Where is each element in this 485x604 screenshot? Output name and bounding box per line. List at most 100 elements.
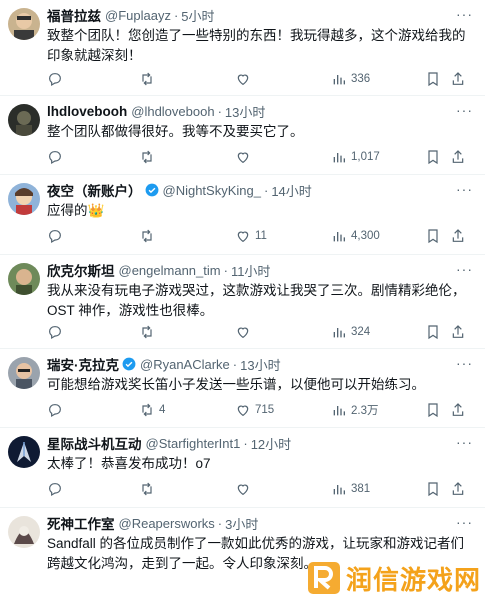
author-handle[interactable]: @RyanAClarke: [140, 357, 230, 372]
author-name[interactable]: 福普拉兹: [47, 5, 101, 25]
author-name[interactable]: 死神工作室: [47, 513, 115, 533]
reply-tweet[interactable]: 瑞安·克拉克 @RyanAClarke · 13小时 ··· 可能想给游戏奖长笛…: [0, 349, 485, 428]
view-count: 2.3万: [351, 405, 379, 417]
share-button[interactable]: [450, 228, 466, 244]
like-button[interactable]: [235, 481, 255, 497]
author-handle[interactable]: @lhdlovebooh: [131, 104, 214, 119]
author-handle[interactable]: @StarfighterInt1: [146, 436, 241, 451]
reply-tweet[interactable]: 星际战斗机互动 @StarfighterInt1 · 12小时 ··· 太棒了！…: [0, 428, 485, 508]
separator-dot: ·: [217, 515, 223, 531]
retweet-button[interactable]: [139, 228, 159, 244]
reply-button[interactable]: [47, 71, 67, 87]
retweet-icon: [142, 482, 152, 496]
reply-icon: [49, 404, 61, 418]
separator-dot: ·: [223, 262, 228, 278]
timestamp[interactable]: 14小时: [271, 181, 311, 200]
avatar[interactable]: [8, 357, 40, 389]
tweet-text: 应得的👑: [47, 203, 105, 218]
share-icon: [452, 403, 464, 416]
bookmark-button[interactable]: [425, 149, 441, 165]
like-button[interactable]: 11: [235, 228, 267, 244]
author-handle[interactable]: @engelmann_tim: [119, 263, 221, 278]
reply-button[interactable]: [47, 402, 67, 418]
avatar[interactable]: [8, 183, 40, 215]
share-icon: [452, 150, 464, 163]
reply-tweet[interactable]: lhdlovebooh @lhdlovebooh · 13小时 ··· 整个团队…: [0, 96, 485, 175]
reply-tweet[interactable]: 欣克尔斯坦 @engelmann_tim · 11小时 ··· 我从来没有玩电子…: [0, 255, 485, 349]
separator-dot: ·: [173, 7, 179, 23]
more-options-icon[interactable]: ···: [456, 514, 473, 530]
timestamp[interactable]: 11小时: [231, 261, 271, 280]
reply-button[interactable]: [47, 324, 67, 340]
avatar[interactable]: [8, 263, 40, 295]
timestamp[interactable]: 13小时: [225, 102, 265, 121]
view-count: 324: [351, 326, 371, 338]
bookmark-button[interactable]: [425, 324, 441, 340]
share-button[interactable]: [450, 71, 466, 87]
more-options-icon[interactable]: ···: [456, 261, 473, 277]
reply-button[interactable]: [47, 149, 67, 165]
analytics-icon: [333, 153, 345, 163]
avatar[interactable]: [8, 8, 40, 40]
bookmark-icon: [428, 325, 438, 340]
like-button[interactable]: 715: [235, 402, 274, 418]
more-options-icon[interactable]: ···: [456, 181, 473, 197]
tweet-text: 可能想给游戏奖长笛小子发送一些乐谱，以便他可以开始练习。: [47, 377, 425, 392]
avatar[interactable]: [8, 516, 40, 548]
reply-button[interactable]: [47, 228, 67, 244]
avatar[interactable]: [8, 436, 40, 468]
like-button[interactable]: [235, 71, 255, 87]
views-button[interactable]: 324: [331, 324, 370, 340]
like-button[interactable]: [235, 324, 255, 340]
author-name[interactable]: 欣克尔斯坦: [47, 260, 115, 280]
reply-button[interactable]: [47, 481, 67, 497]
views-button[interactable]: 2.3万: [331, 402, 379, 418]
share-icon: [452, 72, 464, 85]
retweet-button[interactable]: [139, 149, 159, 165]
author-handle[interactable]: @Reapersworks: [119, 516, 215, 531]
bookmark-icon: [428, 72, 438, 87]
views-button[interactable]: 1,017: [331, 149, 380, 165]
share-button[interactable]: [450, 324, 466, 340]
author-handle[interactable]: @Fuplaayz: [105, 8, 171, 23]
reply-tweet[interactable]: 死神工作室 @Reapersworks · 3小时 ··· Sandfall 的…: [0, 508, 485, 604]
share-icon: [452, 482, 464, 495]
timestamp[interactable]: 3小时: [225, 514, 258, 533]
bookmark-button[interactable]: [425, 228, 441, 244]
timestamp[interactable]: 13小时: [240, 355, 280, 374]
bookmark-icon: [428, 482, 438, 497]
views-button[interactable]: 381: [331, 481, 370, 497]
reply-icon: [49, 151, 61, 165]
retweet-button[interactable]: [139, 481, 159, 497]
retweet-button[interactable]: [139, 71, 159, 87]
like-button[interactable]: [235, 149, 255, 165]
more-options-icon[interactable]: ···: [456, 102, 473, 118]
share-button[interactable]: [450, 149, 466, 165]
share-button[interactable]: [450, 481, 466, 497]
share-button[interactable]: [450, 402, 466, 418]
bookmark-button[interactable]: [425, 402, 441, 418]
timestamp[interactable]: 5小时: [181, 6, 214, 25]
views-button[interactable]: 336: [331, 71, 370, 87]
author-name[interactable]: 瑞安·克拉克: [47, 354, 119, 374]
reply-tweet[interactable]: 夜空（新账户） @NightSkyKing_ · 14小时 ··· 应得的👑 1…: [0, 175, 485, 255]
separator-dot: ·: [232, 356, 238, 372]
more-options-icon[interactable]: ···: [456, 355, 473, 371]
more-options-icon[interactable]: ···: [456, 6, 473, 22]
author-name[interactable]: 夜空（新账户）: [47, 180, 142, 200]
retweet-button[interactable]: 4: [139, 402, 165, 418]
reply-icon: [49, 483, 61, 497]
avatar[interactable]: [8, 104, 40, 136]
author-handle[interactable]: @NightSkyKing_: [163, 183, 261, 198]
bookmark-button[interactable]: [425, 71, 441, 87]
views-button[interactable]: 4,300: [331, 228, 380, 244]
analytics-icon: [333, 485, 345, 495]
timestamp[interactable]: 12小时: [251, 434, 291, 453]
tweet-text: Sandfall 的各位成员制作了一款如此优秀的游戏，让玩家和游戏记者们跨越文化…: [47, 536, 465, 571]
bookmark-button[interactable]: [425, 481, 441, 497]
reply-tweet[interactable]: 福普拉兹 @Fuplaayz · 5小时 ··· 致整个团队！您创造了一些特别的…: [0, 0, 485, 96]
author-name[interactable]: lhdlovebooh: [47, 104, 127, 119]
more-options-icon[interactable]: ···: [456, 434, 473, 450]
author-name[interactable]: 星际战斗机互动: [47, 433, 142, 453]
retweet-button[interactable]: [139, 324, 159, 340]
